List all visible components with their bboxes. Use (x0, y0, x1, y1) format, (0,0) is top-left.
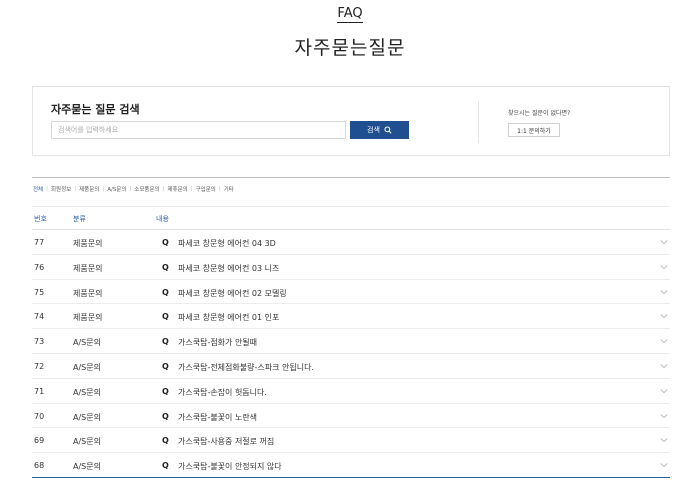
row-subject: 가스쿡탑-사용중 저절로 꺼짐 (178, 437, 275, 447)
search-input[interactable] (51, 121, 346, 139)
category-separator: | (102, 186, 105, 192)
faq-table: 번호 분류 내용 77 제품문의 Q 파세코 창문형 에어컨 04 3D 76 제품문의 Q… (32, 206, 670, 478)
row-category: 제품문의 (73, 263, 103, 273)
row-category: 제품문의 (73, 288, 103, 298)
category-tab[interactable]: 구입문의 (196, 185, 216, 193)
question-mark: Q (162, 337, 169, 347)
table-row[interactable]: 71 A/S문의 Q 가스쿡탑-손잡이 헛돕니다. (32, 379, 670, 404)
inquiry-button[interactable]: 1:1 문의하기 (508, 123, 560, 137)
category-filter: 전체 | 회원정보 | 제품문의 | A/S문의 | 소모품문의 | 제휴문의 | 구입문의 | 기타 (33, 185, 234, 193)
header-no: 번호 (34, 215, 47, 223)
table-row[interactable]: 76 제품문의 Q 파세코 창문형 에어컨 03 니즈 (32, 255, 670, 280)
question-mark: Q (162, 262, 169, 272)
table-row[interactable]: 68 A/S문의 Q 가스쿡탑-불꽃이 안정되지 않다 (32, 453, 670, 478)
faq-label-text: FAQ (337, 6, 363, 23)
chevron-down-icon[interactable] (660, 264, 668, 270)
table-row[interactable]: 74 제품문의 Q 파세코 창문형 에어컨 01 인포 (32, 304, 670, 330)
category-separator: | (190, 186, 193, 192)
table-body: 77 제품문의 Q 파세코 창문형 에어컨 04 3D 76 제품문의 Q 파세코 창문형 에… (32, 230, 670, 478)
row-subject: 가스쿡탑-불꽃이 안정되지 않다 (178, 462, 282, 472)
row-category: A/S문의 (73, 437, 101, 447)
row-category: A/S문의 (73, 412, 101, 422)
category-tab[interactable]: 기타 (224, 185, 234, 193)
category-tab[interactable]: 소모품문의 (134, 185, 159, 193)
category-tab[interactable]: A/S문의 (107, 185, 126, 193)
chevron-down-icon[interactable] (660, 388, 668, 394)
category-separator: | (74, 186, 77, 192)
chevron-down-icon[interactable] (660, 239, 668, 245)
row-category: A/S문의 (73, 362, 101, 372)
ask-text: 찾으시는 질문이 없다면? (508, 110, 571, 117)
row-number: 71 (34, 386, 45, 396)
faq-label: FAQ (0, 6, 700, 23)
table-row[interactable]: 70 A/S문의 Q 가스쿡탑-불꽃이 노란색 (32, 404, 670, 429)
chevron-down-icon[interactable] (660, 413, 668, 419)
row-subject: 파세코 창문형 에어컨 02 모델링 (178, 288, 287, 298)
row-number: 70 (34, 411, 45, 421)
row-subject: 가스쿡탑-불꽃이 노란색 (178, 412, 258, 422)
row-number: 74 (34, 312, 45, 322)
header-content: 내용 (156, 215, 169, 223)
row-category: 제품문의 (73, 313, 103, 323)
question-mark: Q (162, 436, 169, 446)
chevron-down-icon[interactable] (660, 338, 668, 344)
question-mark: Q (162, 361, 169, 371)
chevron-down-icon[interactable] (660, 363, 668, 369)
table-row[interactable]: 73 A/S문의 Q 가스쿡탑-점화가 안될때 (32, 329, 670, 354)
chevron-down-icon[interactable] (660, 313, 668, 319)
category-separator: | (46, 186, 48, 192)
question-mark: Q (162, 386, 169, 396)
question-mark: Q (162, 411, 169, 421)
row-subject: 가스쿡탑-전체점화불량-스파크 안됩니다. (178, 362, 314, 372)
category-tab[interactable]: 회원정보 (51, 185, 71, 193)
search-icon (384, 126, 392, 134)
row-number: 68 (34, 461, 45, 471)
category-divider (32, 177, 670, 178)
row-number: 69 (34, 436, 45, 446)
chevron-down-icon[interactable] (660, 462, 668, 468)
chevron-down-icon[interactable] (660, 437, 668, 443)
row-category: 제품문의 (73, 239, 103, 248)
category-separator: | (218, 186, 221, 192)
search-button-label: 검색 (367, 126, 380, 134)
category-tab[interactable]: 제휴문의 (167, 185, 187, 193)
row-subject: 파세코 창문형 에어컨 03 니즈 (178, 263, 280, 273)
chevron-down-icon[interactable] (660, 289, 668, 295)
row-subject: 파세코 창문형 에어컨 01 인포 (178, 313, 280, 323)
category-tab[interactable]: 제품문의 (79, 185, 99, 193)
category-tab[interactable]: 전체 (33, 185, 43, 193)
search-panel: 자주묻는 질문 검색 검색 찾으시는 질문이 없다면? 1:1 문의하기 (32, 86, 670, 156)
row-number: 75 (34, 287, 45, 297)
row-category: A/S문의 (73, 387, 101, 397)
table-row[interactable]: 69 A/S문의 Q 가스쿡탑-사용중 저절로 꺼짐 (32, 428, 670, 454)
page-title: 자주묻는질문 (294, 37, 406, 59)
row-category: A/S문의 (73, 462, 101, 472)
row-subject: 파세코 창문형 에어컨 04 3D (178, 239, 276, 248)
category-separator: | (162, 186, 165, 192)
table-row[interactable]: 72 A/S문의 Q 가스쿡탑-전체점화불량-스파크 안됩니다. (32, 354, 670, 379)
search-button[interactable]: 검색 (350, 121, 409, 139)
question-mark: Q (162, 287, 169, 297)
row-category: A/S문의 (73, 338, 101, 348)
row-subject: 가스쿡탑-점화가 안될때 (178, 338, 258, 348)
table-header: 번호 분류 내용 (32, 206, 670, 230)
search-title: 자주묻는 질문 검색 (51, 103, 140, 116)
question-mark: Q (162, 238, 169, 247)
category-separator: | (129, 186, 132, 192)
question-mark: Q (162, 312, 169, 322)
table-row[interactable]: 77 제품문의 Q 파세코 창문형 에어컨 04 3D (32, 230, 670, 255)
header-category: 분류 (73, 215, 86, 223)
row-number: 72 (34, 361, 45, 371)
row-subject: 가스쿡탑-손잡이 헛돕니다. (178, 387, 267, 397)
row-number: 77 (34, 238, 45, 247)
table-row[interactable]: 75 제품문의 Q 파세코 창문형 에어컨 02 모델링 (32, 280, 670, 305)
question-mark: Q (162, 461, 169, 471)
row-number: 76 (34, 262, 45, 272)
row-number: 73 (34, 337, 45, 347)
panel-divider (478, 101, 479, 143)
